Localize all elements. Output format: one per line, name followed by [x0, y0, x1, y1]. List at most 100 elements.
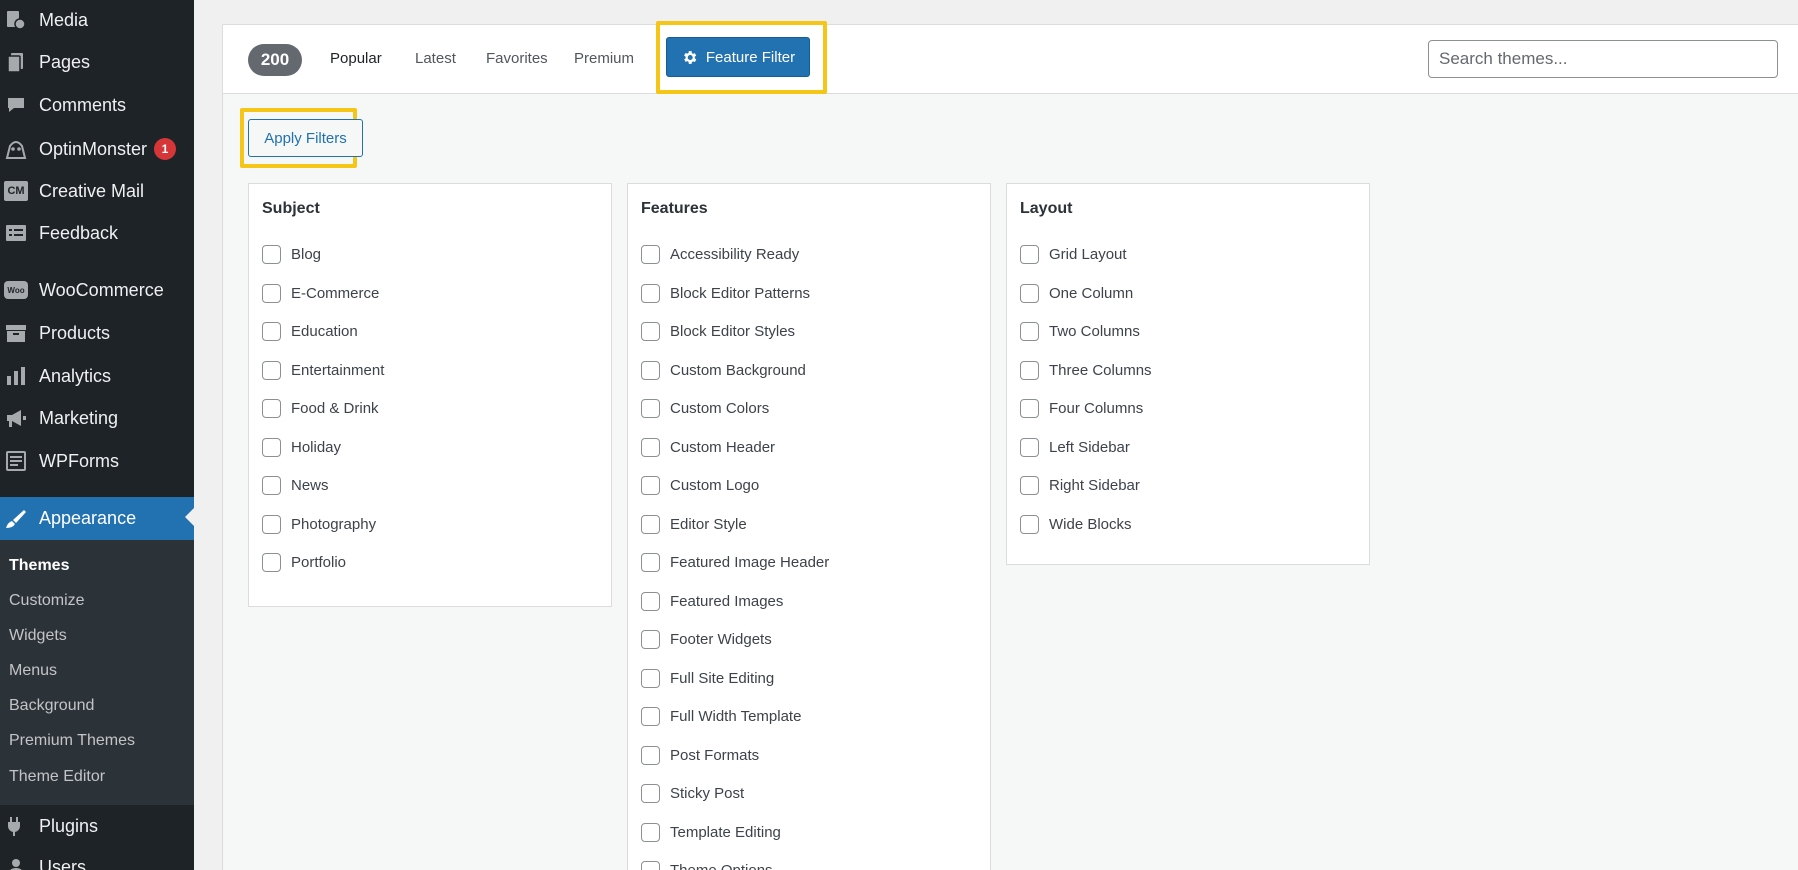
appearance-submenu: Themes Customize Widgets Menus Backgroun…: [0, 540, 194, 805]
filter-option-custom-colors[interactable]: Custom Colors: [641, 397, 769, 419]
submenu-item-theme-editor[interactable]: Theme Editor: [9, 768, 105, 786]
feature-filter-label: Feature Filter: [705, 48, 796, 66]
feature-filter-button[interactable]: Feature Filter: [666, 37, 810, 77]
checkbox[interactable]: [641, 822, 660, 842]
sidebar-item-appearance[interactable]: Appearance: [0, 497, 194, 540]
submenu-item-background[interactable]: Background: [9, 697, 94, 715]
checkbox[interactable]: [1020, 283, 1039, 303]
sidebar-item-media[interactable]: Media: [0, 0, 194, 40]
filter-option-grid-layout[interactable]: Grid Layout: [1020, 243, 1127, 265]
filter-option-block-editor-patterns[interactable]: Block Editor Patterns: [641, 282, 810, 304]
checkbox[interactable]: [641, 552, 660, 572]
submenu-item-themes[interactable]: Themes: [9, 557, 69, 575]
filter-option-custom-logo[interactable]: Custom Logo: [641, 474, 759, 496]
sidebar-item-products[interactable]: Products: [0, 313, 194, 353]
filter-option-portfolio[interactable]: Portfolio: [262, 551, 346, 573]
submenu-item-premium-themes[interactable]: Premium Themes: [9, 732, 135, 750]
checkbox[interactable]: [641, 283, 660, 303]
filter-option-right-sidebar[interactable]: Right Sidebar: [1020, 474, 1140, 496]
filter-option-blog[interactable]: Blog: [262, 243, 321, 265]
checkbox[interactable]: [641, 668, 660, 688]
filter-option-three-columns[interactable]: Three Columns: [1020, 359, 1152, 381]
checkbox[interactable]: [262, 283, 281, 303]
checkbox[interactable]: [641, 860, 660, 870]
filter-option-full-width-template[interactable]: Full Width Template: [641, 705, 801, 727]
checkbox[interactable]: [262, 552, 281, 572]
checkbox[interactable]: [262, 360, 281, 380]
submenu-item-customize[interactable]: Customize: [9, 592, 85, 610]
sidebar-item-creative-mail[interactable]: CM Creative Mail: [0, 171, 194, 211]
checkbox[interactable]: [262, 514, 281, 534]
sidebar-item-pages[interactable]: Pages: [0, 42, 194, 82]
checkbox[interactable]: [1020, 437, 1039, 457]
filter-option-holiday[interactable]: Holiday: [262, 436, 341, 458]
sidebar-item-feedback[interactable]: Feedback: [0, 213, 194, 253]
filter-option-education[interactable]: Education: [262, 320, 358, 342]
checkbox[interactable]: [641, 591, 660, 611]
sidebar-item-optinmonster[interactable]: OptinMonster 1: [0, 129, 194, 169]
sidebar-item-wpforms[interactable]: WPForms: [0, 441, 194, 481]
filter-option-post-formats[interactable]: Post Formats: [641, 744, 759, 766]
filter-option-footer-widgets[interactable]: Footer Widgets: [641, 628, 772, 650]
checkbox[interactable]: [641, 514, 660, 534]
filter-option-full-site-editing[interactable]: Full Site Editing: [641, 667, 774, 689]
checkbox[interactable]: [262, 475, 281, 495]
filter-option-left-sidebar[interactable]: Left Sidebar: [1020, 436, 1130, 458]
filter-option-template-editing[interactable]: Template Editing: [641, 821, 781, 843]
sidebar-item-plugins[interactable]: Plugins: [0, 806, 194, 846]
sidebar-item-woocommerce[interactable]: Woo WooCommerce: [0, 270, 194, 310]
tab-popular[interactable]: Popular: [330, 50, 382, 67]
sidebar-item-label: Plugins: [39, 815, 99, 836]
search-themes-input[interactable]: [1428, 40, 1778, 78]
checkbox[interactable]: [641, 783, 660, 803]
apply-filters-button[interactable]: Apply Filters: [248, 119, 363, 157]
tab-premium[interactable]: Premium: [574, 50, 634, 67]
filter-option-wide-blocks[interactable]: Wide Blocks: [1020, 513, 1132, 535]
sidebar-item-comments[interactable]: Comments: [0, 85, 194, 125]
checkbox[interactable]: [641, 437, 660, 457]
filter-option-four-columns[interactable]: Four Columns: [1020, 397, 1143, 419]
checkbox[interactable]: [641, 398, 660, 418]
checkbox[interactable]: [1020, 398, 1039, 418]
filter-option-food-drink[interactable]: Food & Drink: [262, 397, 379, 419]
filter-option-entertainment[interactable]: Entertainment: [262, 359, 384, 381]
filter-option-custom-background[interactable]: Custom Background: [641, 359, 806, 381]
filter-option-news[interactable]: News: [262, 474, 329, 496]
filter-option-one-column[interactable]: One Column: [1020, 282, 1133, 304]
sidebar-item-marketing[interactable]: Marketing: [0, 398, 194, 438]
filter-option-featured-image-header[interactable]: Featured Image Header: [641, 551, 829, 573]
filter-option-sticky-post[interactable]: Sticky Post: [641, 782, 744, 804]
checkbox[interactable]: [262, 437, 281, 457]
submenu-item-widgets[interactable]: Widgets: [9, 627, 67, 645]
filter-option-accessibility-ready[interactable]: Accessibility Ready: [641, 243, 799, 265]
checkbox[interactable]: [641, 360, 660, 380]
checkbox[interactable]: [1020, 321, 1039, 341]
checkbox[interactable]: [262, 398, 281, 418]
checkbox[interactable]: [262, 244, 281, 264]
checkbox[interactable]: [1020, 244, 1039, 264]
checkbox[interactable]: [641, 745, 660, 765]
sidebar-item-users[interactable]: Users: [0, 847, 194, 870]
filter-option-photography[interactable]: Photography: [262, 513, 376, 535]
filter-option-theme-options[interactable]: Theme Options: [641, 859, 773, 870]
filter-option-two-columns[interactable]: Two Columns: [1020, 320, 1140, 342]
checkbox[interactable]: [641, 321, 660, 341]
filter-option-custom-header[interactable]: Custom Header: [641, 436, 775, 458]
tab-latest[interactable]: Latest: [415, 50, 456, 67]
checkbox[interactable]: [1020, 360, 1039, 380]
filter-option-editor-style[interactable]: Editor Style: [641, 513, 747, 535]
checkbox[interactable]: [1020, 475, 1039, 495]
sidebar-item-analytics[interactable]: Analytics: [0, 356, 194, 396]
tab-favorites[interactable]: Favorites: [486, 50, 548, 67]
checkbox[interactable]: [641, 706, 660, 726]
checkbox[interactable]: [641, 629, 660, 649]
checkbox[interactable]: [641, 475, 660, 495]
checkbox[interactable]: [641, 244, 660, 264]
filter-option-block-editor-styles[interactable]: Block Editor Styles: [641, 320, 795, 342]
filter-option-featured-images[interactable]: Featured Images: [641, 590, 783, 612]
submenu-item-menus[interactable]: Menus: [9, 662, 57, 680]
filter-option-e-commerce[interactable]: E-Commerce: [262, 282, 379, 304]
checkbox[interactable]: [262, 321, 281, 341]
checkbox[interactable]: [1020, 514, 1039, 534]
comments-icon: [4, 93, 28, 117]
